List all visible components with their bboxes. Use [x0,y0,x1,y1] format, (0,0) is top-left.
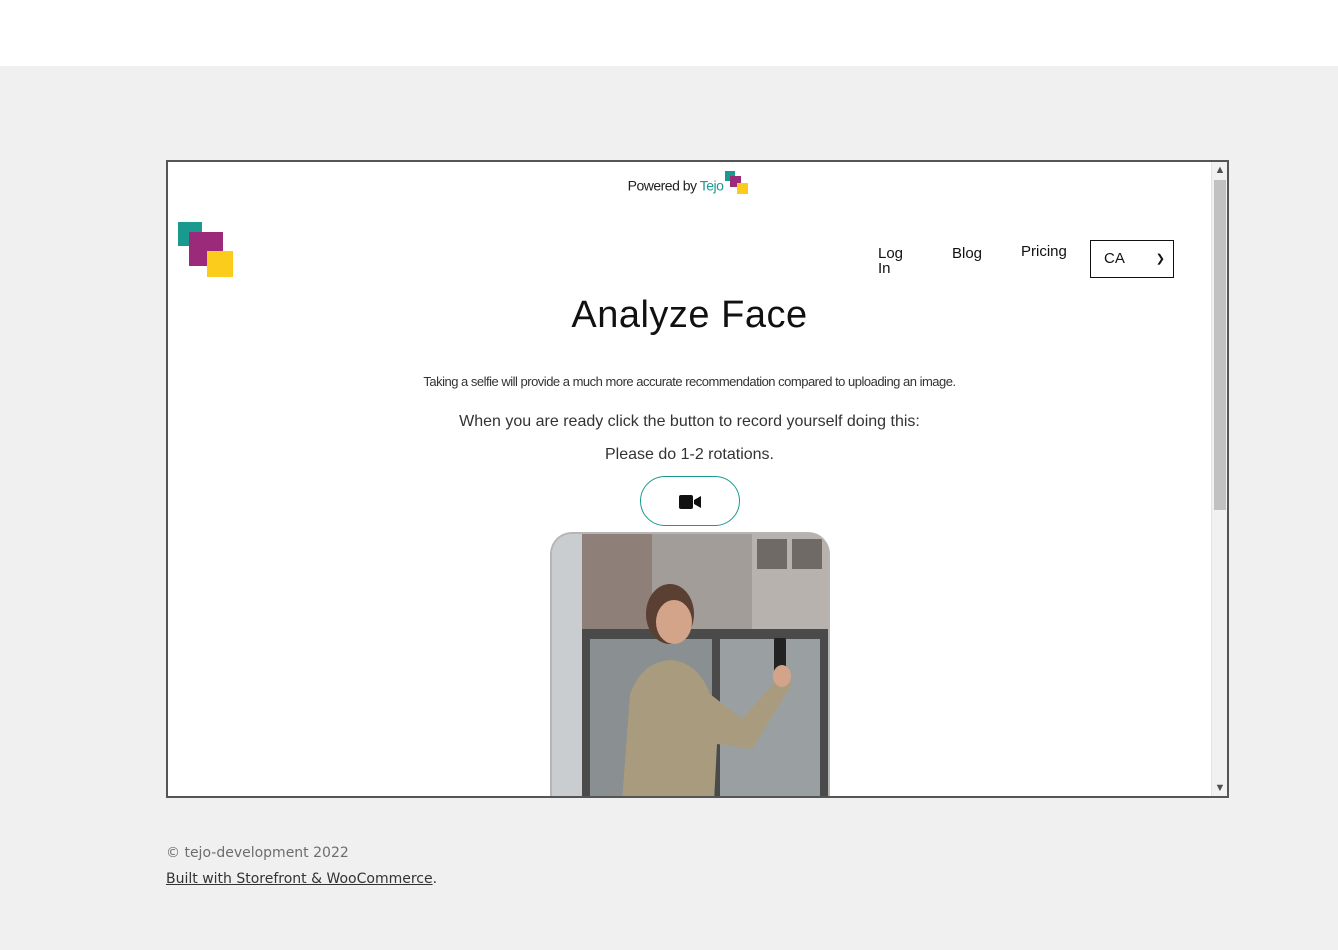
chevron-down-icon[interactable]: ▼ [1212,780,1227,796]
demo-image [550,532,830,796]
page-title: Analyze Face [571,294,808,336]
selfie-hint: Taking a selfie will provide a much more… [423,374,956,389]
footer-copyright: © tejo-development 2022 [166,845,349,861]
country-select[interactable]: CA ❯ [1090,240,1174,278]
embedded-app-frame: Powered by Tejo Log In Blog Pricing CA ❯… [166,160,1229,798]
nav-blog-link[interactable]: Blog [952,246,982,261]
app-content: Powered by Tejo Log In Blog Pricing CA ❯… [168,162,1211,796]
chevron-up-icon[interactable]: ▲ [1212,162,1227,178]
footer-built-with: Built with Storefront & WooCommerce. [166,871,437,887]
iframe-scrollbar[interactable]: ▲ ▼ [1211,162,1227,796]
video-camera-icon [679,495,701,509]
main-nav: Log In Blog Pricing CA ❯ [168,240,1211,280]
demo-person-illustration [552,534,828,796]
powered-by-label: Powered by [627,177,700,194]
scroll-thumb[interactable] [1214,180,1226,510]
nav-login-link[interactable]: Log In [878,246,912,276]
footer-built-suffix: . [432,871,438,887]
powered-by-brand-link[interactable]: Tejo [700,178,724,194]
country-select-value: CA [1104,250,1125,267]
rotation-instruction: Please do 1-2 rotations. [605,446,774,463]
footer-built-with-link[interactable]: Built with Storefront & WooCommerce [166,871,433,887]
tejo-mini-logo-icon [725,171,751,197]
top-bar [0,0,1338,66]
record-video-button[interactable] [640,476,740,526]
powered-by: Powered by Tejo [168,171,1211,200]
record-instruction: When you are ready click the button to r… [459,413,920,430]
nav-pricing-link[interactable]: Pricing [1021,244,1067,259]
chevron-down-icon: ❯ [1155,253,1165,265]
